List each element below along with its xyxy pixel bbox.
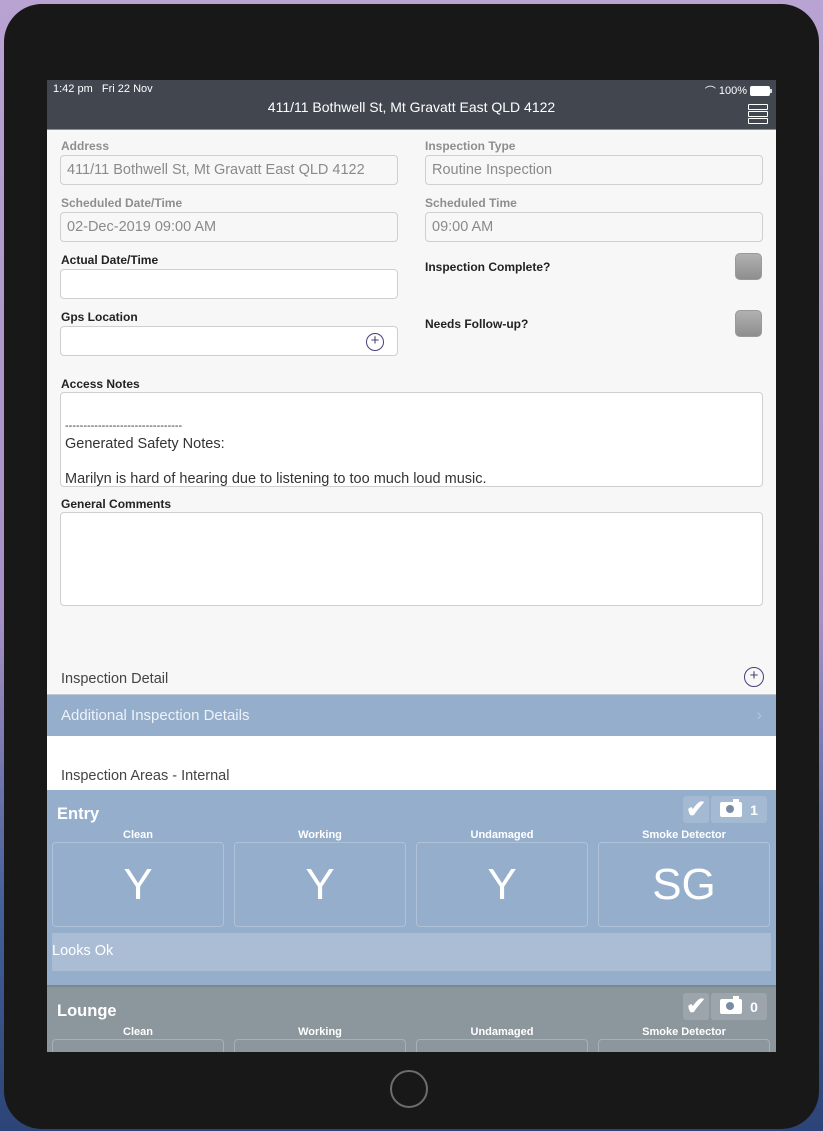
inspection-type-label: Inspection Type bbox=[425, 139, 516, 153]
area-lounge: Lounge ✔ 0 Clean Working Undamaged Smoke… bbox=[47, 985, 776, 1052]
area-comment[interactable]: Looks Ok bbox=[52, 933, 771, 971]
home-button[interactable] bbox=[390, 1070, 428, 1108]
nav-bar: 1:42 pm Fri 22 Nov ⌒ 100% 411/11 Bothwel… bbox=[47, 80, 776, 130]
access-notes-label: Access Notes bbox=[61, 377, 140, 391]
column-clean: Clean bbox=[123, 829, 153, 841]
inspection-areas-heading: Inspection Areas - Internal bbox=[61, 768, 230, 784]
area-name: Entry bbox=[57, 805, 100, 823]
cell-undamaged[interactable] bbox=[416, 1039, 588, 1052]
clock: 1:42 pm bbox=[53, 83, 93, 95]
date: Fri 22 Nov bbox=[101, 83, 153, 95]
add-gps-icon[interactable]: + bbox=[366, 333, 384, 351]
gps-location-label: Gps Location bbox=[61, 310, 138, 324]
notes-line: Marilyn is hard of hearing due to listen… bbox=[65, 471, 487, 487]
menu-icon[interactable] bbox=[748, 104, 768, 124]
camera-icon bbox=[720, 996, 743, 1014]
chevron-right-icon: › bbox=[756, 705, 762, 724]
column-undamaged: Undamaged bbox=[470, 829, 534, 841]
needs-followup-checkbox[interactable] bbox=[735, 310, 762, 337]
add-inspection-detail-icon[interactable]: + bbox=[744, 667, 764, 687]
address-field: 411/11 Bothwell St, Mt Gravatt East QLD … bbox=[60, 155, 398, 185]
needs-followup-label: Needs Follow-up? bbox=[425, 317, 529, 331]
general-comments-label: General Comments bbox=[61, 497, 172, 511]
cell-smoke-detector[interactable]: SG bbox=[598, 842, 770, 927]
battery-icon bbox=[750, 86, 772, 96]
notes-divider: -------------------------------- bbox=[65, 420, 183, 432]
status-time: 1:42 pm Fri 22 Nov bbox=[53, 83, 153, 95]
cell-clean[interactable] bbox=[52, 1039, 224, 1052]
battery-percent: 100% bbox=[718, 85, 747, 97]
photo-count: 0 bbox=[750, 998, 758, 1015]
scheduled-datetime-label: Scheduled Date/Time bbox=[61, 196, 183, 210]
page-title: 411/11 Bothwell St, Mt Gravatt East QLD … bbox=[267, 99, 556, 115]
checkmark-icon[interactable]: ✔ bbox=[683, 796, 709, 823]
row-label: Additional Inspection Details bbox=[61, 707, 250, 724]
column-working: Working bbox=[298, 1026, 342, 1038]
camera-button[interactable]: 1 bbox=[711, 796, 767, 823]
area-tools: ✔ 1 bbox=[683, 796, 767, 823]
scheduled-time-field: 09:00 AM bbox=[425, 212, 763, 242]
address-label: Address bbox=[61, 139, 110, 153]
additional-inspection-details-row[interactable]: Additional Inspection Details › bbox=[47, 694, 776, 736]
area-tools: ✔ 0 bbox=[683, 993, 767, 1020]
camera-button[interactable]: 0 bbox=[711, 993, 767, 1020]
area-name: Lounge bbox=[57, 1002, 117, 1020]
inspection-complete-checkbox[interactable] bbox=[735, 253, 762, 280]
cell-working[interactable] bbox=[234, 1039, 406, 1052]
photo-count: 1 bbox=[750, 801, 758, 818]
scheduled-datetime-field: 02-Dec-2019 09:00 AM bbox=[60, 212, 398, 242]
inspection-detail-heading: Inspection Detail bbox=[61, 671, 169, 687]
actual-datetime-input[interactable] bbox=[60, 269, 398, 299]
inspection-complete-label: Inspection Complete? bbox=[425, 260, 551, 274]
area-entry: Entry ✔ 1 Clean Working Undamaged Smoke … bbox=[47, 790, 776, 985]
column-clean: Clean bbox=[123, 1026, 153, 1038]
notes-heading: Generated Safety Notes: bbox=[65, 436, 225, 452]
cell-working[interactable]: Y bbox=[234, 842, 406, 927]
column-smoke-detector: Smoke Detector bbox=[642, 829, 726, 841]
general-comments-textarea[interactable] bbox=[60, 512, 763, 606]
column-smoke-detector: Smoke Detector bbox=[642, 1026, 726, 1038]
cell-smoke-detector[interactable] bbox=[598, 1039, 770, 1052]
access-notes-textarea[interactable]: -------------------------------- Generat… bbox=[60, 392, 763, 487]
wifi-icon: ⌒ bbox=[704, 86, 716, 98]
column-working: Working bbox=[298, 829, 342, 841]
camera-icon bbox=[720, 799, 743, 817]
inspection-type-field: Routine Inspection bbox=[425, 155, 763, 185]
checkmark-icon[interactable]: ✔ bbox=[683, 993, 709, 1020]
status-indicators: ⌒ 100% bbox=[704, 83, 772, 99]
gps-location-input[interactable] bbox=[60, 326, 398, 356]
scheduled-time-label: Scheduled Time bbox=[425, 196, 517, 210]
column-undamaged: Undamaged bbox=[470, 1026, 534, 1038]
app-screen: 1:42 pm Fri 22 Nov ⌒ 100% 411/11 Bothwel… bbox=[47, 80, 776, 1052]
actual-datetime-label: Actual Date/Time bbox=[61, 253, 159, 267]
cell-undamaged[interactable]: Y bbox=[416, 842, 588, 927]
cell-clean[interactable]: Y bbox=[52, 842, 224, 927]
